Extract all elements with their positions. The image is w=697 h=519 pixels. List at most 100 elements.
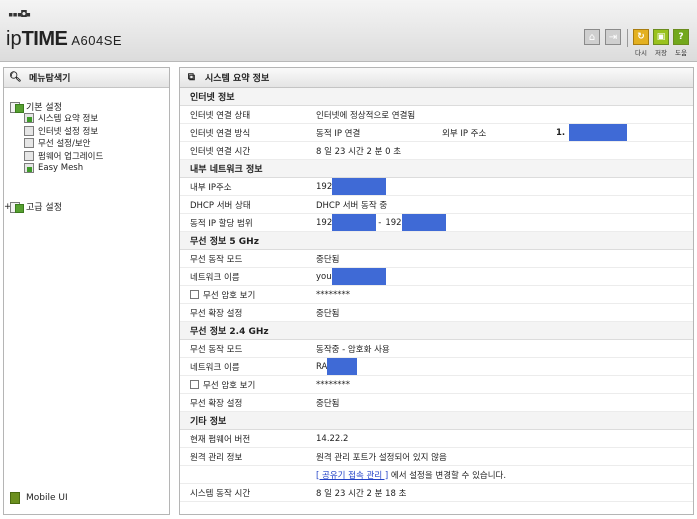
row-label: 원격 관리 정보 [190,452,243,463]
info-row: 인터넷 연결 시간 8 일 23 시간 2 분 0 초 [180,142,693,160]
external-ip-value: 1. [556,124,628,141]
brand-ip: ip [6,28,22,50]
info-row: 현재 펌웨어 버전 14.22.2 [180,430,693,448]
menu-item-system-summary[interactable]: 시스템 요약 정보 [24,112,103,125]
row-label: 무선 동작 모드 [190,254,243,265]
help-label: 도움 [675,49,687,57]
row-label: 인터넷 연결 방식 [190,128,251,139]
brand-time: TIME [21,28,68,50]
redaction-box [332,214,377,231]
info-row: 네트워크 이름 you [180,268,693,286]
window-icon: ⧉ [187,72,196,83]
show-password-checkbox[interactable] [190,290,199,299]
section-wireless-5ghz: 무선 정보 5 GHz [180,232,693,250]
row-label: 무선 암호 보기 [203,380,256,391]
brand-logo: ipTIME A604SE [6,28,122,51]
info-row: 무선 동작 모드 동작중 - 암호화 사용 [180,340,693,358]
upgrade-icon [24,150,34,161]
row-value: 8 일 23 시간 2 분 18 초 [316,488,407,499]
model-name: A604SE [71,33,123,48]
menu-item-label: 시스템 요약 정보 [38,114,99,125]
row-label: 무선 확장 설정 [190,308,243,319]
sidebar-title: 메뉴탐색기 [29,74,71,84]
row-value: 8 일 23 시간 2 분 0 초 [316,146,402,157]
ssid-prefix: you [316,271,332,282]
info-row: 원격 관리 정보 원격 관리 포트가 설정되어 있지 않음 [180,448,693,466]
info-row: 무선 확장 설정 중단됨 [180,394,693,412]
menu-tree: 기본 설정 시스템 요약 정보 인터넷 설정 정보 무선 설정/보안 펌웨어 업… [4,100,103,213]
redaction-box [331,268,386,285]
row-value: ******** [316,379,350,390]
show-password-24ghz[interactable]: 무선 암호 보기 [180,379,316,391]
row-value: you [316,268,693,285]
menu-item-internet-settings[interactable]: 인터넷 설정 정보 [24,125,103,138]
info-row: 무선 암호 보기 ******** [180,376,693,394]
row-value: DHCP 서버 동작 중 [316,200,388,211]
remote-access-link[interactable]: [ 공유기 접속 관리 ] [316,469,388,481]
info-row: 무선 동작 모드 중단됨 [180,250,693,268]
save-label: 저장 [655,49,667,57]
range-separator: - [378,217,382,228]
logout-icon[interactable]: ⇥ [605,29,621,45]
section-internal-network: 내부 네트워크 정보 [180,160,693,178]
refresh-label: 다시 [635,49,647,57]
row-label: 시스템 동작 시간 [190,488,251,499]
show-password-5ghz[interactable]: 무선 암호 보기 [180,289,316,301]
refresh-button[interactable]: ↻ 다시 [633,29,649,57]
menu-item-label: Easy Mesh [38,163,84,174]
redaction-box [327,358,358,375]
row-label: 무선 확장 설정 [190,398,243,409]
menu-group-advanced-label: 고급 설정 [26,203,62,213]
info-row: 인터넷 연결 방식 동적 IP 연결 외부 IP 주소 1. [180,124,693,142]
row-value: 14.22.2 [316,433,349,444]
menu-item-label: 무선 설정/보안 [38,139,91,150]
mobile-ui-label: Mobile UI [26,493,68,503]
row-label: 무선 암호 보기 [203,290,256,301]
range-start-prefix: 192 [316,217,333,228]
row-value: 동적 IP 연결 [316,128,361,139]
row-label: 네트워크 이름 [190,362,240,373]
row-value: 192 [316,178,693,195]
menu-item-easy-mesh[interactable]: Easy Mesh [24,162,103,175]
home-icon[interactable]: ⌂ [584,29,600,45]
menu-group-basic[interactable]: 기본 설정 [10,100,103,113]
row-label: 무선 동작 모드 [190,344,243,355]
menu-item-wireless-settings[interactable]: 무선 설정/보안 [24,137,103,150]
menu-item-label: 펌웨어 업그레이드 [38,151,104,162]
menu-group-basic-items: 시스템 요약 정보 인터넷 설정 정보 무선 설정/보안 펌웨어 업그레이드 E… [10,112,103,175]
mobile-ui-link[interactable]: Mobile UI [10,492,68,504]
row-value: 192 - 192 [316,214,693,231]
external-ip-prefix: 1. [556,127,566,138]
show-password-checkbox[interactable] [190,380,199,389]
save-button[interactable]: ▣ 저장 [653,29,669,57]
row-label: 네트워크 이름 [190,272,240,283]
row-label: 현재 펌웨어 버전 [190,434,251,445]
section-internet: 인터넷 정보 [180,88,693,106]
row-value: 중단됨 [316,308,340,319]
ssid-prefix: RA [316,361,328,372]
row-label: DHCP 서버 상태 [190,200,251,211]
row-value: 동작중 - 암호화 사용 [316,344,390,355]
logo-mark-icon: ▪▪▪◘▪ [8,10,31,20]
wireless-icon [24,138,34,149]
menu-group-advanced[interactable]: + 고급 설정 [4,201,103,213]
redaction-box [401,214,446,231]
remote-link-suffix: 에서 설정을 변경할 수 있습니다. [388,470,507,481]
row-value: 원격 관리 포트가 설정되어 있지 않음 [316,452,447,463]
help-button[interactable]: ? 도움 [673,29,689,57]
help-icon: ? [673,29,689,45]
menu-item-label: 인터넷 설정 정보 [38,126,99,137]
internet-icon [24,125,34,136]
info-row: 시스템 동작 시간 8 일 23 시간 2 분 18 초 [180,484,693,502]
menu-item-firmware-upgrade[interactable]: 펌웨어 업그레이드 [24,150,103,163]
row-value: ******** [316,289,350,300]
mesh-icon [24,163,34,174]
refresh-icon: ↻ [633,29,649,45]
info-row: 동적 IP 할당 범위 192 - 192 [180,214,693,232]
chart-icon [24,113,34,124]
settings-folder-icon [10,101,24,113]
internal-ip-prefix: 192 [316,181,333,192]
row-value: RA [316,358,693,375]
range-end-prefix: 192 [385,217,402,228]
sidebar-header: 🔍︎ 메뉴탐색기 [4,68,169,88]
